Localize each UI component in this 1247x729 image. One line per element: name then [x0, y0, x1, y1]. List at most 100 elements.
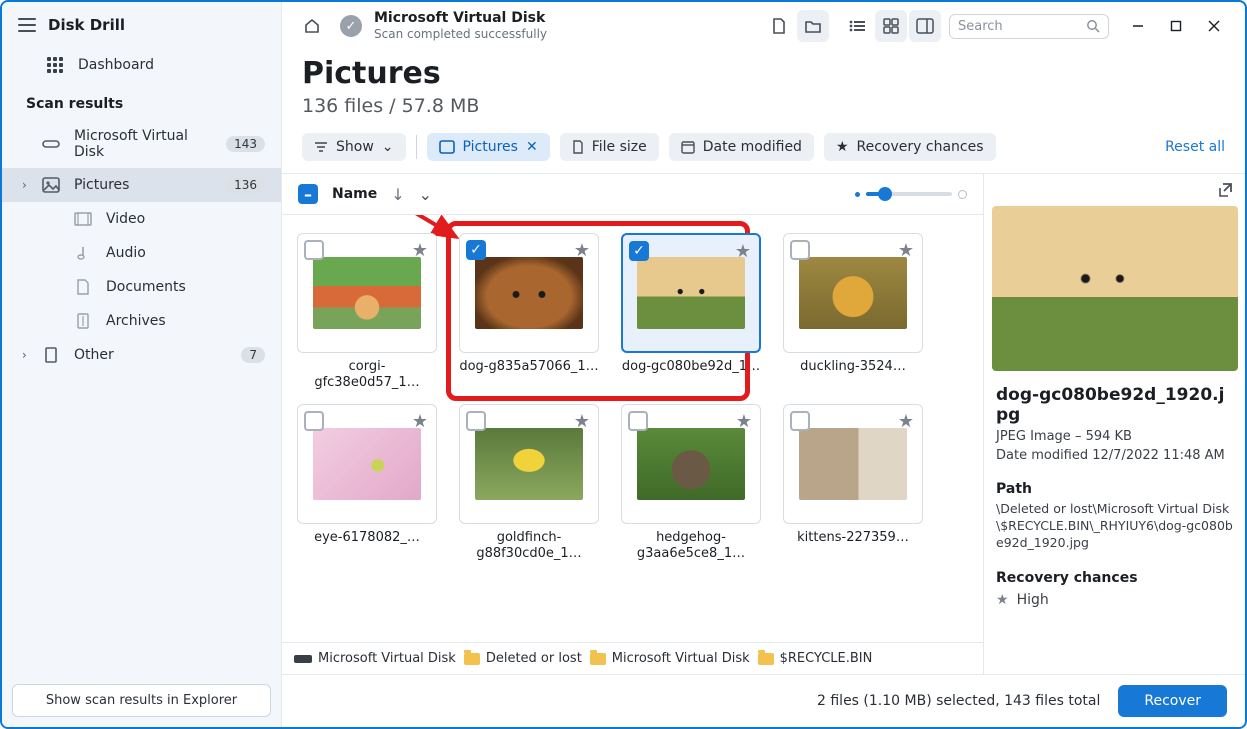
- filter-icon: [314, 141, 328, 153]
- document-icon: [572, 140, 584, 154]
- menu-icon[interactable]: [18, 18, 36, 32]
- page-subtitle: 136 files / 57.8 MB: [302, 95, 1225, 117]
- tile-checkbox[interactable]: ✓: [629, 241, 649, 261]
- reset-filters-link[interactable]: Reset all: [1165, 139, 1225, 155]
- maximize-button[interactable]: [1159, 11, 1193, 41]
- tile-checkbox[interactable]: [790, 411, 810, 431]
- file-tile[interactable]: ★ hedgehog-g3aa6e5ce8_1…: [616, 404, 766, 563]
- dashboard-icon: [46, 56, 64, 74]
- sidebar-item-disk[interactable]: Microsoft Virtual Disk 143: [2, 120, 281, 168]
- filter-bar: Show ⌄ Pictures ✕ File size Date modifie…: [282, 123, 1245, 173]
- file-view-icon[interactable]: [763, 10, 795, 42]
- folder-view-icon[interactable]: [797, 10, 829, 42]
- grid-header: – Name ↓ ⌄: [282, 174, 983, 215]
- favorite-star-icon[interactable]: ★: [736, 411, 752, 432]
- sidebar-item-label: Video: [106, 211, 145, 227]
- picture-icon: [42, 176, 60, 194]
- filter-chip-date[interactable]: Date modified: [669, 133, 814, 161]
- breadcrumb-segment[interactable]: Microsoft Virtual Disk: [590, 651, 750, 666]
- details-panel: dog-gc080be92d_1920.jpg JPEG Image – 594…: [983, 174, 1245, 674]
- column-name[interactable]: Name: [332, 186, 377, 202]
- file-name: hedgehog-g3aa6e5ce8_1…: [621, 530, 761, 563]
- favorite-star-icon[interactable]: ★: [574, 240, 590, 261]
- tile-checkbox[interactable]: ✓: [466, 240, 486, 260]
- chevron-right-icon: ›: [22, 348, 27, 362]
- search-input[interactable]: Search: [949, 14, 1109, 39]
- details-path-heading: Path: [984, 465, 1245, 499]
- chevron-down-icon[interactable]: ⌄: [419, 185, 432, 204]
- tile-checkbox[interactable]: [466, 411, 486, 431]
- breadcrumb-segment[interactable]: Microsoft Virtual Disk: [294, 651, 456, 666]
- chevron-down-icon: ⌄: [382, 139, 394, 155]
- file-tile[interactable]: ✓★dog-g835a57066_1…: [454, 233, 604, 392]
- sidebar-item-audio[interactable]: Audio: [2, 236, 281, 270]
- breadcrumb-segment[interactable]: Deleted or lost: [464, 651, 582, 666]
- file-tile[interactable]: ★eye-6178082_…: [292, 404, 442, 563]
- titlebar: ✓ Microsoft Virtual Disk Scan completed …: [282, 2, 1245, 42]
- file-grid: ★corgi-gfc38e0d57_1…✓★dog-g835a57066_1…✓…: [282, 215, 983, 642]
- file-name: duckling-3524…: [783, 359, 923, 375]
- home-icon[interactable]: [296, 10, 328, 42]
- sidebar-item-video[interactable]: Video: [2, 202, 281, 236]
- file-tile[interactable]: ✓★dog-gc080be92d_1…: [616, 233, 766, 392]
- thumbnail: [799, 257, 907, 329]
- search-icon: [1086, 19, 1100, 33]
- sidebar-item-label: Microsoft Virtual Disk: [74, 128, 212, 160]
- scan-status-icon: ✓: [340, 15, 362, 37]
- filter-chip-filesize[interactable]: File size: [560, 133, 659, 161]
- filter-chip-recovery[interactable]: ★ Recovery chances: [824, 133, 996, 161]
- recover-button[interactable]: Recover: [1118, 685, 1227, 717]
- selection-status: 2 files (1.10 MB) selected, 143 files to…: [817, 693, 1100, 709]
- file-tile[interactable]: ★ duckling-3524…: [778, 233, 928, 392]
- footer: 2 files (1.10 MB) selected, 143 files to…: [282, 674, 1245, 727]
- show-dropdown[interactable]: Show ⌄: [302, 133, 406, 161]
- remove-filter-icon[interactable]: ✕: [526, 139, 538, 155]
- sidebar-item-dashboard[interactable]: Dashboard: [2, 48, 281, 82]
- sidebar-item-label: Dashboard: [78, 57, 154, 73]
- sort-arrow-icon[interactable]: ↓: [391, 185, 404, 204]
- details-recovery-value: High: [1017, 592, 1049, 608]
- other-icon: [42, 346, 60, 364]
- file-name: corgi-gfc38e0d57_1…: [297, 359, 437, 392]
- tile-checkbox[interactable]: [304, 240, 324, 260]
- sidebar-item-other[interactable]: › Other 7: [2, 338, 281, 372]
- tile-checkbox[interactable]: [304, 411, 324, 431]
- folder-icon: [590, 653, 606, 665]
- favorite-star-icon[interactable]: ★: [898, 240, 914, 261]
- main-panel: ✓ Microsoft Virtual Disk Scan completed …: [282, 2, 1245, 727]
- sidebar: Disk Drill Dashboard Scan results Micros…: [2, 2, 282, 727]
- file-tile[interactable]: ★kittens-227359…: [778, 404, 928, 563]
- show-in-explorer-button[interactable]: Show scan results in Explorer: [12, 684, 271, 717]
- tile-checkbox[interactable]: [790, 240, 810, 260]
- details-date-modified: Date modified 12/7/2022 11:48 AM: [984, 446, 1245, 465]
- favorite-star-icon[interactable]: ★: [412, 240, 428, 261]
- minimize-button[interactable]: [1121, 11, 1155, 41]
- picture-icon: [439, 140, 455, 154]
- sidebar-item-archives[interactable]: Archives: [2, 304, 281, 338]
- panel-view-icon[interactable]: [909, 10, 941, 42]
- grid-view-icon[interactable]: [875, 10, 907, 42]
- document-icon: [74, 278, 92, 296]
- select-all-checkbox[interactable]: –: [298, 184, 318, 204]
- details-filename: dog-gc080be92d_1920.jpg: [984, 375, 1245, 427]
- page-title: Pictures: [302, 56, 1225, 91]
- count-badge: 143: [226, 136, 265, 152]
- breadcrumb-segment[interactable]: $RECYCLE.BIN: [758, 651, 873, 666]
- favorite-star-icon[interactable]: ★: [574, 411, 590, 432]
- close-button[interactable]: [1197, 11, 1231, 41]
- app-window: Disk Drill Dashboard Scan results Micros…: [0, 0, 1247, 729]
- favorite-star-icon[interactable]: ★: [735, 241, 751, 262]
- favorite-star-icon[interactable]: ★: [412, 411, 428, 432]
- file-tile[interactable]: ★ corgi-gfc38e0d57_1…: [292, 233, 442, 392]
- filter-chip-pictures[interactable]: Pictures ✕: [427, 133, 550, 161]
- zoom-slider[interactable]: [855, 190, 967, 199]
- sidebar-item-documents[interactable]: Documents: [2, 270, 281, 304]
- file-tile[interactable]: ★goldfinch-g88f30cd0e_1…: [454, 404, 604, 563]
- sidebar-item-pictures[interactable]: › Pictures 136: [2, 168, 281, 202]
- list-view-icon[interactable]: [841, 10, 873, 42]
- thumbnail: [313, 257, 421, 329]
- thumbnail: [799, 428, 907, 500]
- tile-checkbox[interactable]: [628, 411, 648, 431]
- popout-icon[interactable]: [1213, 178, 1237, 202]
- favorite-star-icon[interactable]: ★: [898, 411, 914, 432]
